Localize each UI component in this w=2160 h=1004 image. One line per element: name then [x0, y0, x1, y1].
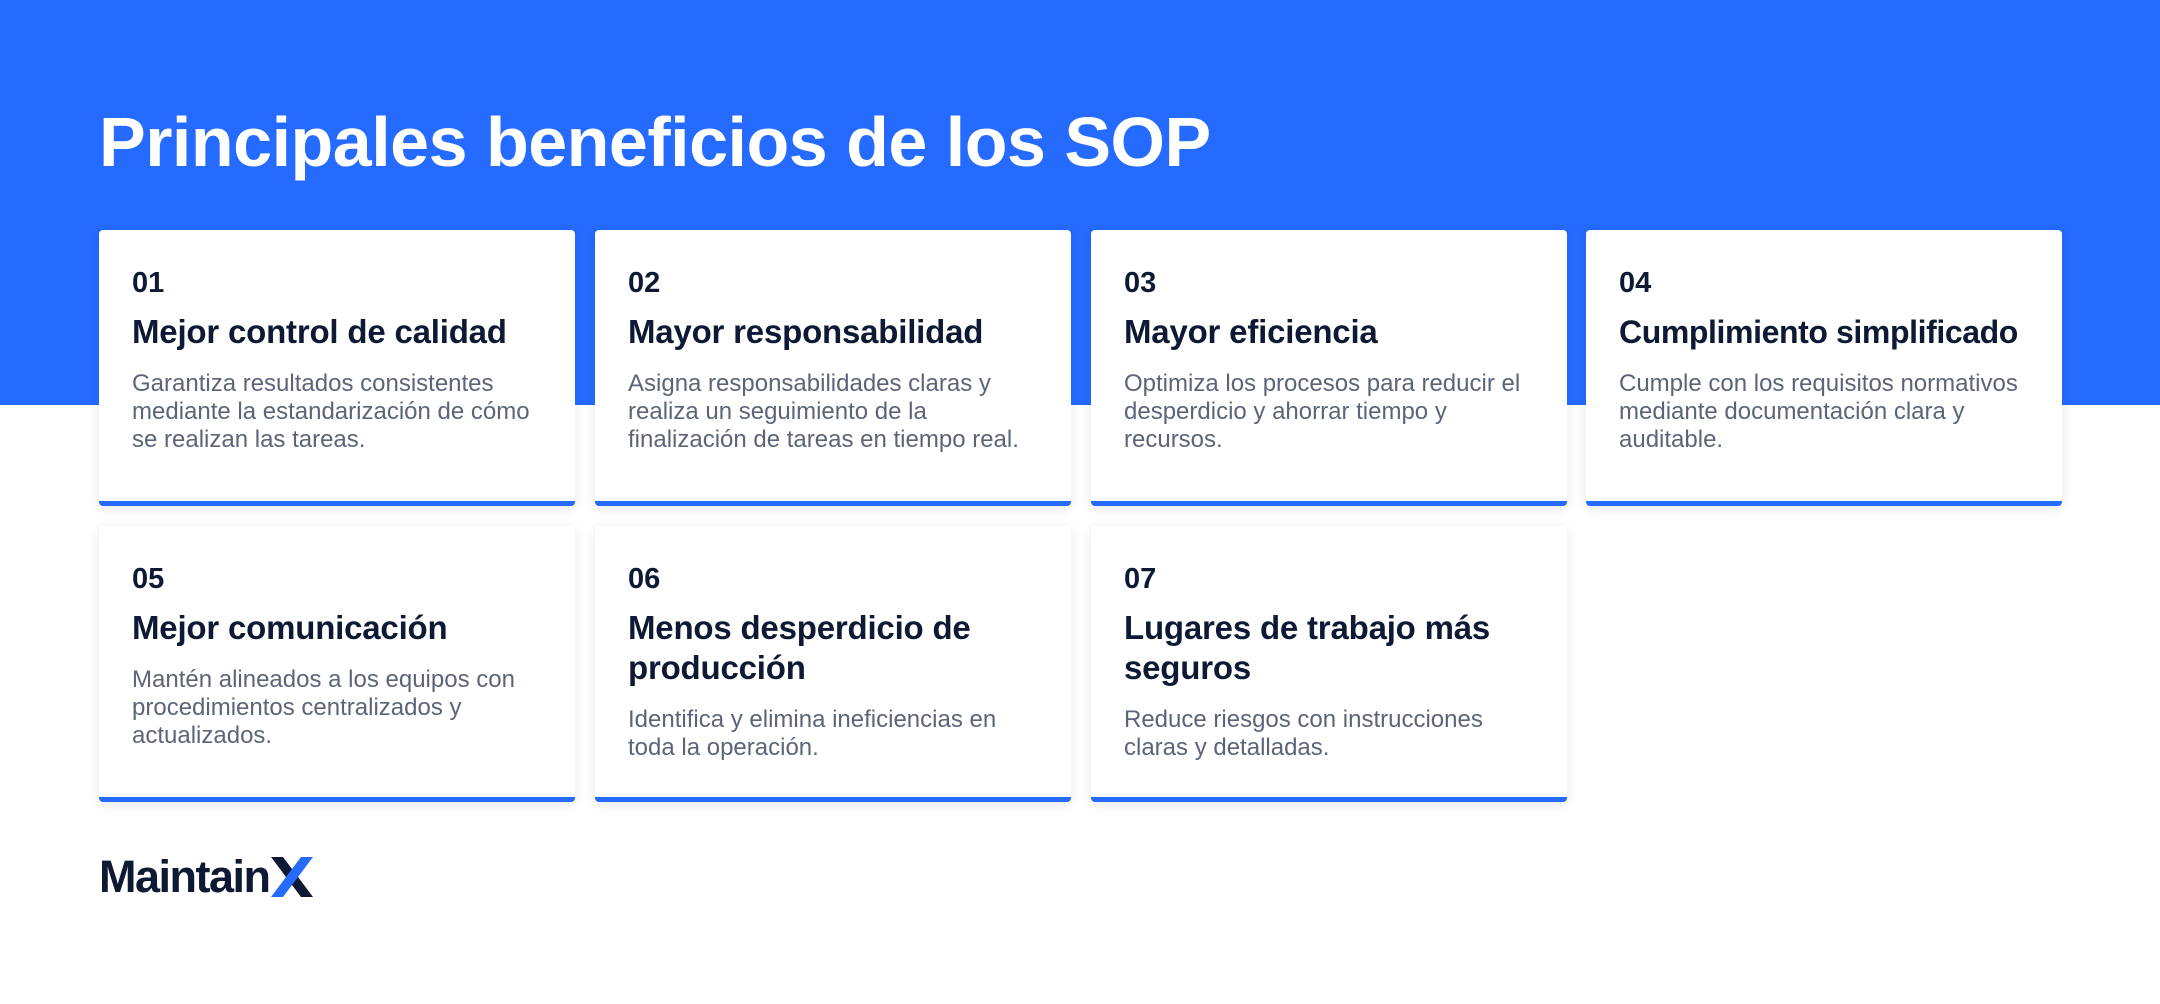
- card-number: 03: [1124, 267, 1157, 299]
- benefit-card-03: 03 Mayor eficiencia Optimiza los proceso…: [1091, 230, 1567, 506]
- card-description: Asigna responsabilidades claras y realiz…: [628, 370, 1019, 453]
- card-title: Mayor responsabilidad: [628, 313, 984, 350]
- benefit-card-06: 06 Menos desperdicio de producción Ident…: [595, 526, 1071, 802]
- logo-wordmark: Maintain: [99, 851, 271, 902]
- card-title: Lugares de trabajo más seguros: [1124, 609, 1491, 686]
- maintainx-logo: Maintain: [99, 853, 313, 901]
- card-title: Menos desperdicio de producción: [628, 609, 971, 686]
- logo-x-icon: [270, 857, 313, 897]
- page-title: Principales beneficios de los SOP: [99, 103, 1211, 181]
- card-title: Mejor control de calidad: [132, 313, 507, 350]
- card-description: Cumple con los requisitos normativos med…: [1619, 370, 2018, 453]
- card-number: 05: [132, 563, 165, 595]
- card-number: 06: [628, 563, 661, 595]
- card-title: Cumplimiento simplificado: [1619, 314, 2018, 350]
- benefit-card-07: 07 Lugares de trabajo más seguros Reduce…: [1091, 526, 1567, 802]
- card-number: 01: [132, 267, 165, 299]
- card-title: Mejor comunicación: [132, 609, 448, 646]
- benefit-card-04: 04 Cumplimiento simplificado Cumple con …: [1586, 230, 2062, 506]
- card-description: Optimiza los procesos para reducir el de…: [1124, 370, 1521, 453]
- card-title: Mayor eficiencia: [1124, 313, 1378, 350]
- card-description: Mantén alineados a los equipos con proce…: [132, 666, 515, 749]
- card-number: 07: [1124, 563, 1157, 595]
- benefit-card-01: 01 Mejor control de calidad Garantiza re…: [99, 230, 575, 506]
- card-description: Reduce riesgos con instrucciones claras …: [1124, 706, 1483, 761]
- card-description: Garantiza resultados consistentes median…: [132, 370, 530, 453]
- card-number: 04: [1619, 267, 1652, 299]
- benefit-card-05: 05 Mejor comunicación Mantén alineados a…: [99, 526, 575, 802]
- card-description: Identifica y elimina ineficiencias en to…: [628, 706, 997, 761]
- benefit-card-02: 02 Mayor responsabilidad Asigna responsa…: [595, 230, 1071, 506]
- card-number: 02: [628, 267, 661, 299]
